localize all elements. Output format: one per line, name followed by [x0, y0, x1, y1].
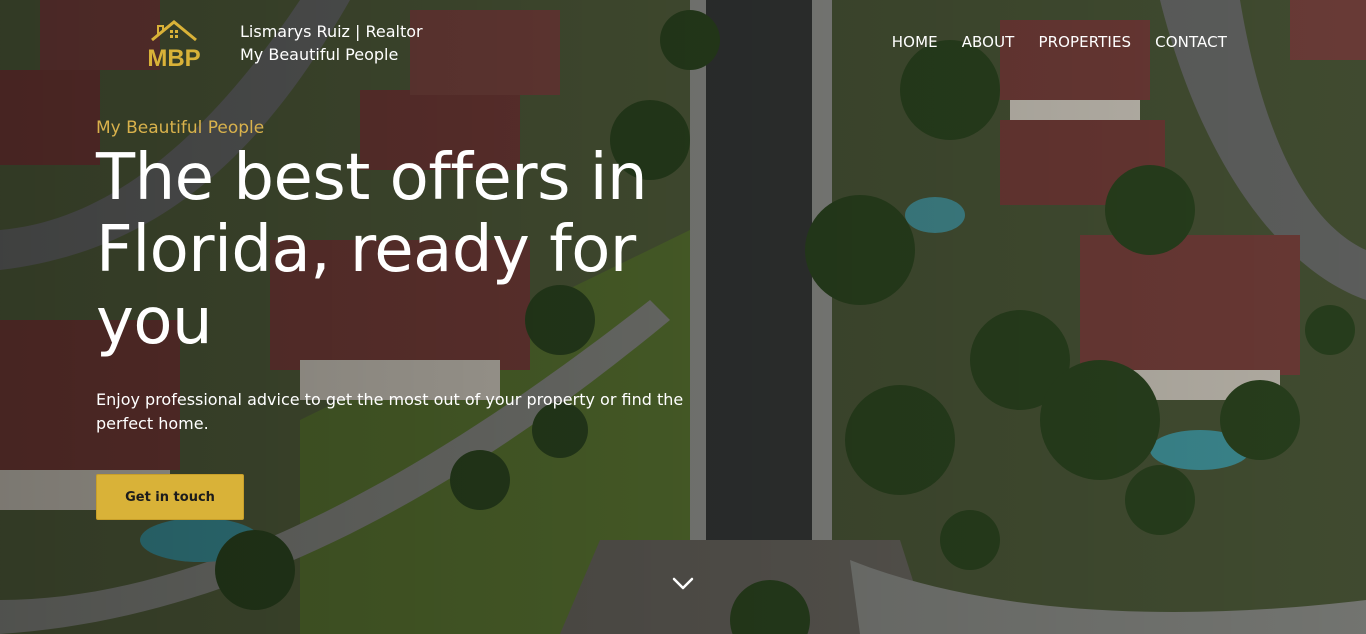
main-nav: HOME ABOUT PROPERTIES CONTACT — [892, 33, 1227, 51]
hero-content: My Beautiful People The best offers in F… — [96, 118, 716, 436]
hero-headline: The best offers in Florida, ready for yo… — [96, 141, 648, 359]
house-logo-icon[interactable]: MBP — [138, 16, 210, 72]
hero-section: MBP Lismarys Ruiz | Realtor My Beautiful… — [0, 0, 1366, 634]
nav-about[interactable]: ABOUT — [962, 33, 1015, 51]
nav-contact[interactable]: CONTACT — [1155, 33, 1227, 51]
logo-text: MBP — [147, 45, 200, 72]
site-header: MBP Lismarys Ruiz | Realtor My Beautiful… — [0, 0, 1366, 90]
nav-home[interactable]: HOME — [892, 33, 938, 51]
brand-block: Lismarys Ruiz | Realtor My Beautiful Peo… — [240, 20, 423, 66]
brand-name: Lismarys Ruiz | Realtor — [240, 22, 423, 41]
chevron-down-icon[interactable] — [671, 574, 695, 594]
hero-eyebrow: My Beautiful People — [96, 118, 265, 138]
brand-tagline: My Beautiful People — [240, 45, 399, 64]
get-in-touch-button[interactable]: Get in touch — [96, 474, 244, 520]
hero-subtitle: Enjoy professional advice to get the mos… — [96, 390, 684, 433]
nav-properties[interactable]: PROPERTIES — [1038, 33, 1131, 51]
